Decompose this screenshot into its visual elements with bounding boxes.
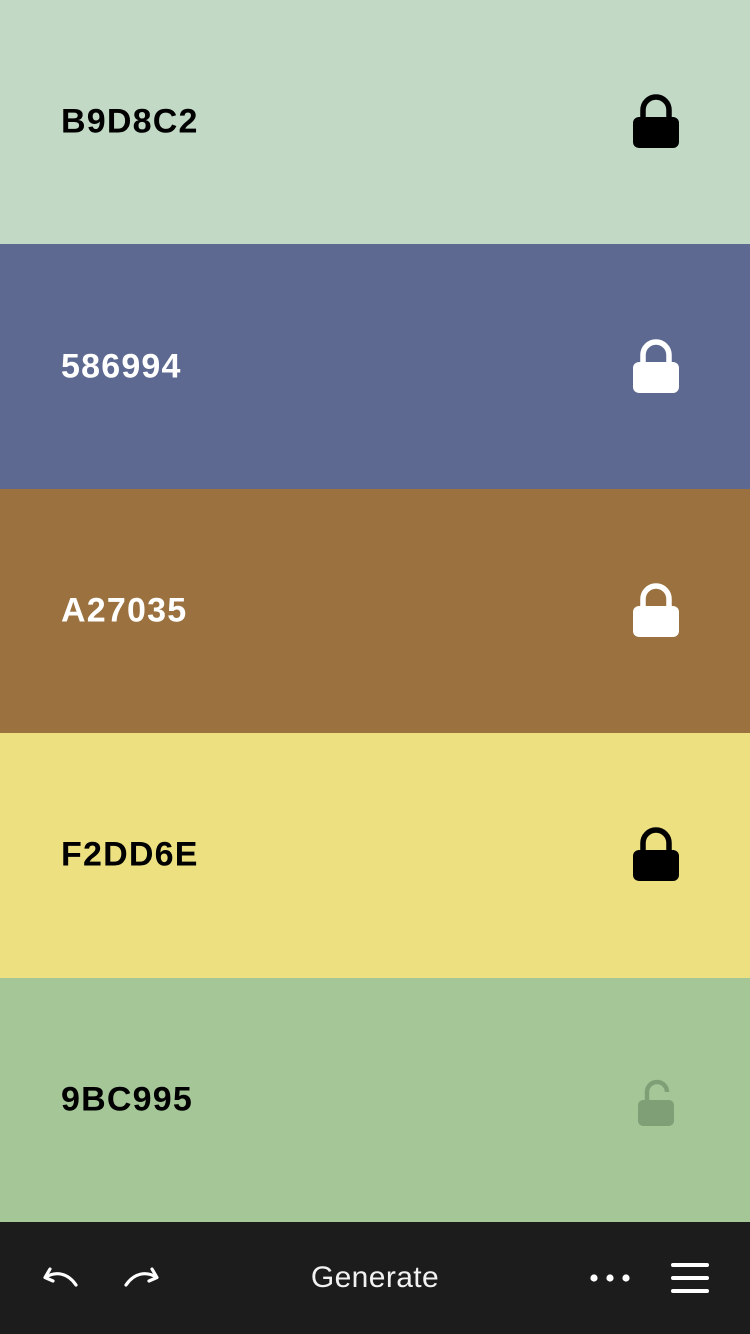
more-icon [590, 1274, 630, 1282]
lock-icon[interactable] [620, 86, 692, 158]
swatch-hex[interactable]: 9BC995 [61, 1080, 193, 1119]
generate-button[interactable]: Generate [275, 1222, 475, 1334]
swatch-hex[interactable]: F2DD6E [61, 836, 199, 875]
undo-button[interactable] [30, 1222, 90, 1334]
bottom-toolbar: Generate [0, 1222, 750, 1334]
swatch-hex[interactable]: B9D8C2 [61, 103, 199, 142]
palette-swatches: B9D8C2 586994 A27035 F2DD6E 9BC995 [0, 0, 750, 1222]
lock-icon[interactable] [620, 575, 692, 647]
menu-button[interactable] [660, 1222, 720, 1334]
palette-app: B9D8C2 586994 A27035 F2DD6E 9BC995 Gener… [0, 0, 750, 1334]
swatch-3[interactable]: A27035 [0, 488, 750, 734]
swatch-2[interactable]: 586994 [0, 244, 750, 489]
redo-button[interactable] [112, 1222, 172, 1334]
lock-icon[interactable] [620, 819, 692, 891]
more-button[interactable] [580, 1222, 640, 1334]
lock-icon[interactable] [620, 331, 692, 403]
swatch-5[interactable]: 9BC995 [0, 977, 750, 1222]
redo-icon [124, 1267, 159, 1287]
unlock-icon[interactable] [620, 1064, 692, 1136]
swatch-hex[interactable]: 586994 [61, 347, 182, 386]
swatch-hex[interactable]: A27035 [61, 591, 187, 630]
undo-icon [43, 1267, 78, 1287]
swatch-1[interactable]: B9D8C2 [0, 0, 750, 245]
menu-icon [671, 1263, 709, 1293]
swatch-4[interactable]: F2DD6E [0, 733, 750, 978]
